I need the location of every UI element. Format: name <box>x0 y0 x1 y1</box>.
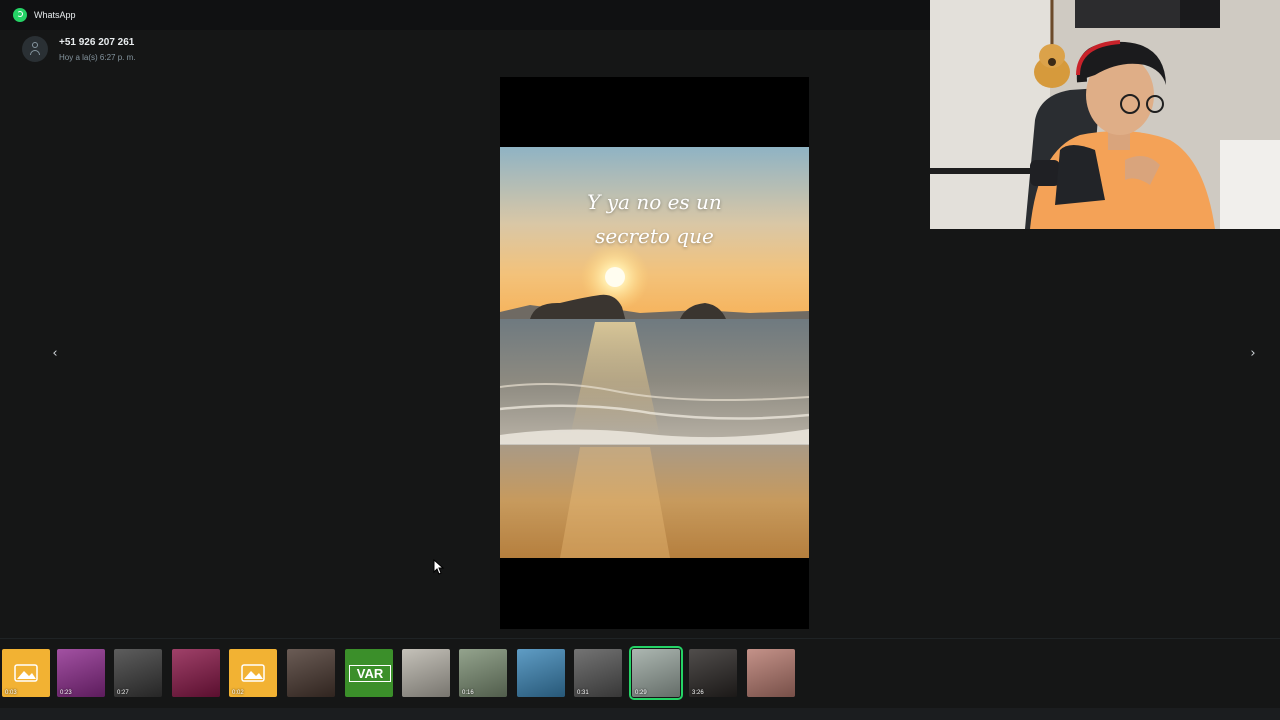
media-thumbnail[interactable]: 3:26 <box>689 649 737 697</box>
app-title: WhatsApp <box>34 10 76 20</box>
streamer-webcam-overlay <box>930 0 1280 229</box>
media-video-frame[interactable]: Y ya no es un secreto que <box>500 77 809 629</box>
next-media-button[interactable]: › <box>1242 342 1264 364</box>
video-duration-label: 0:31 <box>577 690 589 696</box>
media-thumbnail[interactable]: 0:23 <box>57 649 105 697</box>
media-thumbnail[interactable] <box>747 649 795 697</box>
thumbnail-preview <box>517 649 565 697</box>
beach-sunset-video: Y ya no es un secreto que <box>500 147 809 558</box>
title-bar: WhatsApp <box>0 0 930 30</box>
contact-header[interactable]: +51 926 207 261 Hoy a la(s) 6:27 p. m. <box>22 36 135 62</box>
webcam-image <box>930 0 1280 229</box>
media-thumbnail[interactable]: 0:29 <box>629 646 683 700</box>
video-duration-label: 0:16 <box>462 690 474 696</box>
message-timestamp: Hoy a la(s) 6:27 p. m. <box>59 53 136 62</box>
media-thumbnail[interactable] <box>172 649 220 697</box>
chevron-left-icon: ‹ <box>52 345 58 361</box>
previous-media-button[interactable]: ‹ <box>44 342 66 364</box>
media-thumbnail[interactable] <box>402 649 450 697</box>
contact-meta: +51 926 207 261 Hoy a la(s) 6:27 p. m. <box>59 37 135 62</box>
caption-line-1: Y ya no es un <box>587 190 722 214</box>
media-thumbnail[interactable]: VAR <box>345 649 393 697</box>
video-duration-label: 0:02 <box>232 690 244 696</box>
system-taskbar <box>0 708 1280 720</box>
media-thumbnail[interactable]: 0:03 <box>2 649 50 697</box>
thumbnail-preview <box>402 649 450 697</box>
caption-line-2: secreto que <box>595 224 714 248</box>
media-thumbnail[interactable] <box>287 649 335 697</box>
media-thumbnail[interactable] <box>517 649 565 697</box>
whatsapp-media-viewer: WhatsApp +51 926 207 261 Hoy a la(s) 6:2… <box>0 0 1280 720</box>
media-thumbnail[interactable]: 0:16 <box>459 649 507 697</box>
media-thumbnail[interactable]: 0:31 <box>574 649 622 697</box>
video-duration-label: 0:29 <box>635 690 647 696</box>
media-thumbnail-strip: 0:03 0:23 0:27 0:02 VAR 0:16 0:31 0:29 3:26 <box>0 638 1280 709</box>
contact-number: +51 926 207 261 <box>59 37 135 48</box>
thumbnail-label: VAR <box>349 665 391 682</box>
video-duration-label: 0:27 <box>117 690 129 696</box>
video-duration-label: 3:26 <box>692 690 704 696</box>
chevron-right-icon: › <box>1250 345 1256 361</box>
video-caption: Y ya no es un secreto que <box>500 185 809 253</box>
thumbnail-preview <box>747 649 795 697</box>
media-thumbnail[interactable]: 0:27 <box>114 649 162 697</box>
video-duration-label: 0:23 <box>60 690 72 696</box>
video-duration-label: 0:03 <box>5 690 17 696</box>
whatsapp-logo-icon <box>13 8 27 22</box>
thumbnail-preview <box>287 649 335 697</box>
thumbnail-preview <box>172 649 220 697</box>
mouse-cursor-icon <box>433 559 445 575</box>
avatar[interactable] <box>22 36 48 62</box>
media-thumbnail[interactable]: 0:02 <box>229 649 277 697</box>
